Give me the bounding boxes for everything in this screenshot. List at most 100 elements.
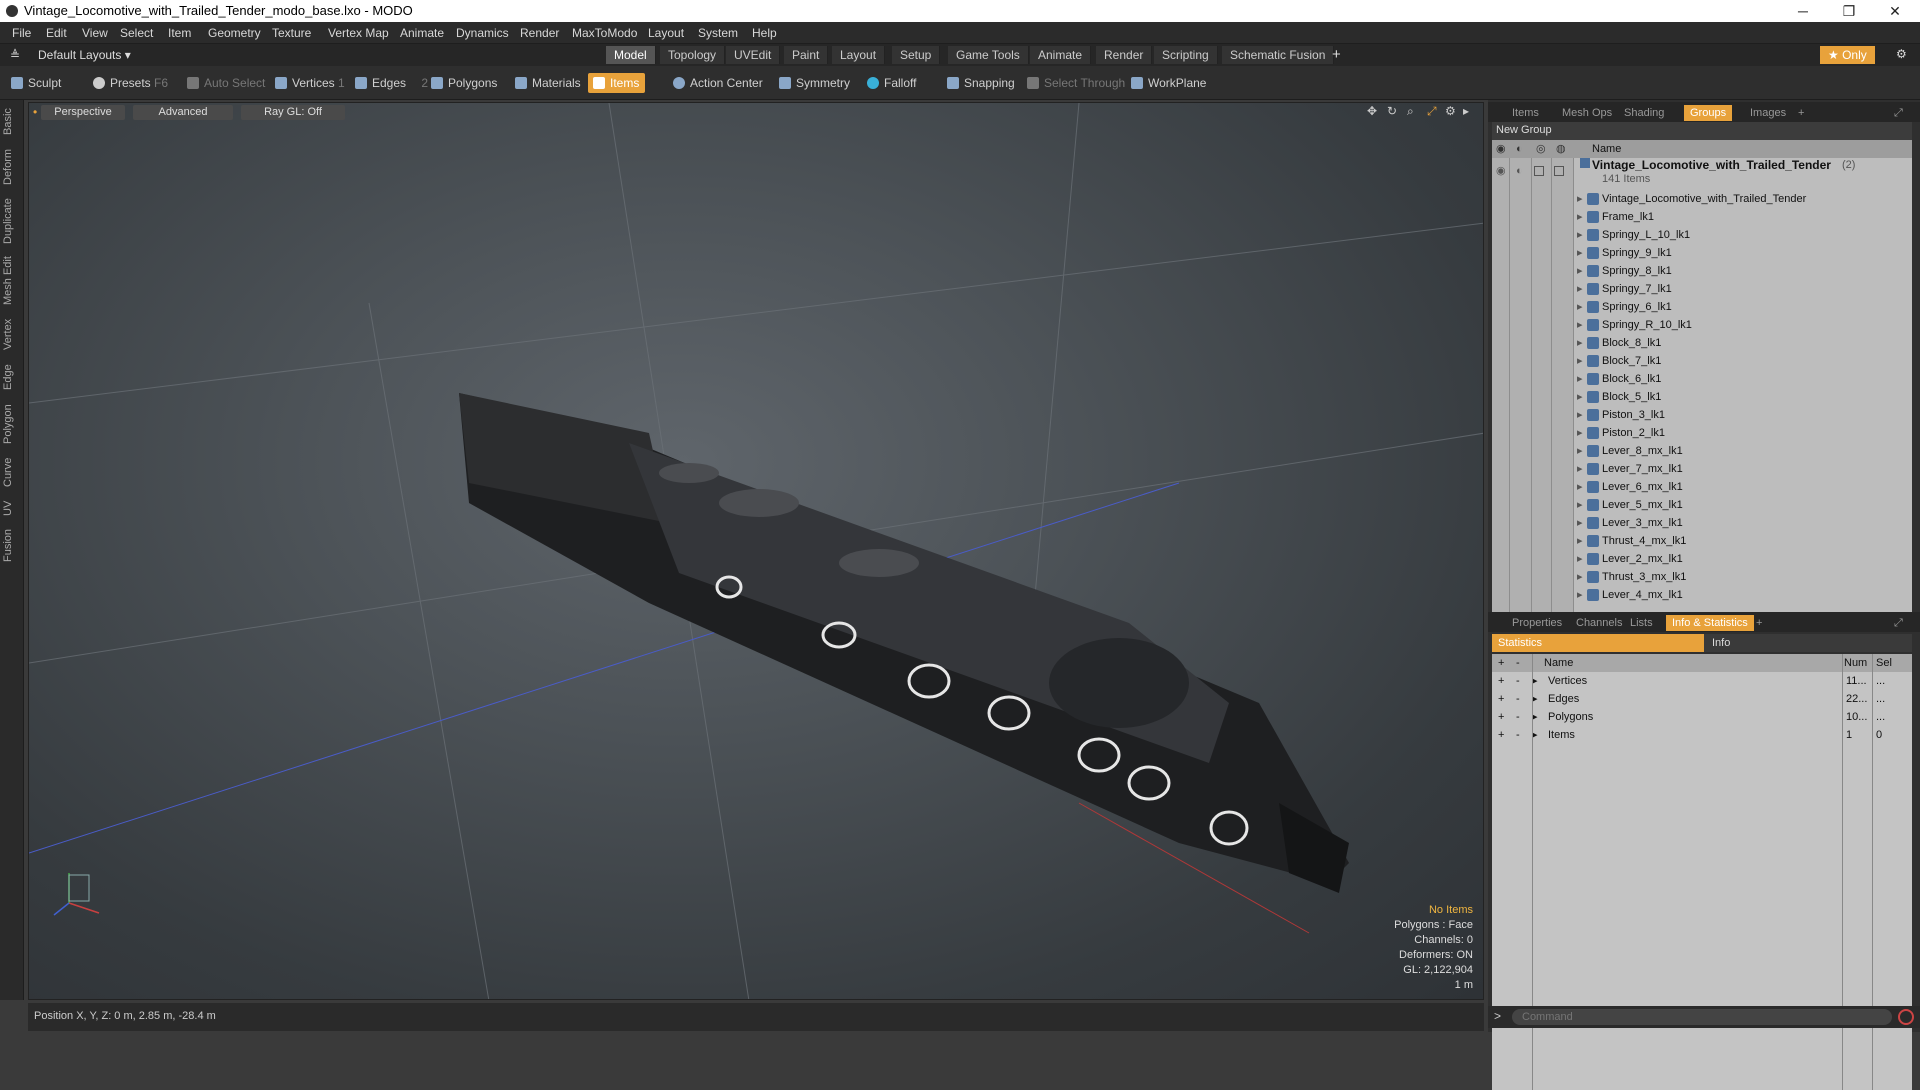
expand-icon[interactable]: ▸: [1577, 226, 1583, 244]
tab-schematic-fusion[interactable]: Schematic Fusion: [1222, 46, 1335, 64]
tab-items[interactable]: Items: [1506, 105, 1545, 121]
minimize-icon[interactable]: ─: [1780, 0, 1826, 22]
list-item[interactable]: ▸ Lever_2_mx_lk1: [1492, 550, 1912, 568]
menu-geometry[interactable]: Geometry: [208, 26, 261, 40]
bottom-panel-expand-icon[interactable]: ⤢: [1888, 615, 1909, 631]
ray-gl-button[interactable]: Ray GL: Off: [241, 105, 345, 120]
add-icon[interactable]: +: [1498, 690, 1504, 708]
remove-icon[interactable]: -: [1516, 654, 1520, 672]
list-item[interactable]: ▸ Springy_R_10_lk1: [1492, 316, 1912, 334]
polygons-button[interactable]: Polygons: [426, 73, 503, 93]
vertices-button[interactable]: Vertices 1: [270, 73, 351, 93]
expand-icon[interactable]: ▸: [1577, 298, 1583, 316]
add-icon[interactable]: +: [1498, 708, 1504, 726]
menu-vertex-map[interactable]: Vertex Map: [328, 26, 389, 40]
viewport-arrow-icon[interactable]: ▸: [1463, 104, 1469, 118]
collapse-icon[interactable]: ≜: [10, 48, 20, 62]
table-row[interactable]: + - ▸ Polygons 10......: [1492, 708, 1912, 726]
action-center-button[interactable]: Action Center: [668, 73, 769, 93]
menu-system[interactable]: System: [698, 26, 738, 40]
expand-icon[interactable]: ▸: [1577, 334, 1583, 352]
materials-button[interactable]: Materials: [510, 73, 587, 93]
list-item[interactable]: ▸ Piston_2_lk1: [1492, 424, 1912, 442]
expand-icon[interactable]: ▸: [1577, 190, 1583, 208]
viewport-dot-icon[interactable]: •: [33, 105, 37, 119]
add-panel-tab-icon[interactable]: +: [1792, 105, 1810, 121]
left-tab-uv[interactable]: UV: [2, 496, 22, 520]
expand-icon[interactable]: ▸: [1577, 388, 1583, 406]
list-item[interactable]: ▸ Block_7_lk1: [1492, 352, 1912, 370]
tab-mesh-ops[interactable]: Mesh Ops: [1556, 105, 1618, 121]
tab-game-tools[interactable]: Game Tools: [948, 46, 1029, 64]
menu-animate[interactable]: Animate: [400, 26, 444, 40]
menu-item[interactable]: Item: [168, 26, 191, 40]
tab-shading[interactable]: Shading: [1618, 105, 1670, 121]
tab-model[interactable]: Model: [606, 46, 656, 64]
tab-uvedit[interactable]: UVEdit: [726, 46, 781, 64]
tab-groups[interactable]: Groups: [1684, 105, 1733, 121]
layout-select[interactable]: Default Layouts ▾: [38, 48, 131, 62]
menu-help[interactable]: Help: [752, 26, 777, 40]
expand-icon[interactable]: ▸: [1577, 514, 1583, 532]
list-item[interactable]: ▸ Lever_4_mx_lk1: [1492, 586, 1912, 604]
expand-icon[interactable]: ▸: [1577, 478, 1583, 496]
root-select-checkbox[interactable]: [1554, 166, 1564, 176]
expand-icon[interactable]: ▸: [1577, 568, 1583, 586]
tab-channels[interactable]: Channels: [1570, 615, 1628, 631]
list-item[interactable]: ▸ Lever_6_mx_lk1: [1492, 478, 1912, 496]
list-item[interactable]: ▸ Block_8_lk1: [1492, 334, 1912, 352]
new-group-button[interactable]: New Group: [1496, 124, 1552, 136]
table-row[interactable]: + - ▸ Edges 22......: [1492, 690, 1912, 708]
expand-icon[interactable]: ▸: [1577, 424, 1583, 442]
tab-render[interactable]: Render: [1096, 46, 1153, 64]
sculpt-button[interactable]: Sculpt: [6, 73, 67, 93]
add-tab-icon[interactable]: +: [1332, 46, 1341, 63]
list-item[interactable]: ▸ Springy_9_lk1: [1492, 244, 1912, 262]
expand-icon[interactable]: ▸: [1577, 208, 1583, 226]
command-input[interactable]: [1512, 1009, 1892, 1025]
statistics-tab[interactable]: Statistics: [1492, 634, 1704, 652]
menu-texture[interactable]: Texture: [272, 26, 311, 40]
list-item[interactable]: ▸ Lever_3_mx_lk1: [1492, 514, 1912, 532]
left-tab-deform[interactable]: Deform: [2, 146, 22, 188]
remove-icon[interactable]: -: [1516, 708, 1520, 726]
tab-scripting[interactable]: Scripting: [1154, 46, 1218, 64]
falloff-button[interactable]: Falloff: [862, 73, 922, 93]
add-icon[interactable]: +: [1498, 726, 1504, 744]
left-tab-duplicate[interactable]: Duplicate: [2, 194, 22, 248]
table-row[interactable]: + - ▸ Vertices 11......: [1492, 672, 1912, 690]
menu-file[interactable]: File: [12, 26, 31, 40]
tab-properties[interactable]: Properties: [1506, 615, 1568, 631]
left-tab-curve[interactable]: Curve: [2, 454, 22, 490]
list-item[interactable]: ▸ Thrust_3_mx_lk1: [1492, 568, 1912, 586]
tab-layout[interactable]: Layout: [832, 46, 886, 64]
expand-icon[interactable]: ▸: [1577, 442, 1583, 460]
add-icon[interactable]: +: [1498, 654, 1504, 672]
menu-select[interactable]: Select: [120, 26, 153, 40]
menu-maxtomodo[interactable]: MaxToModo: [572, 26, 637, 40]
edges-button[interactable]: Edges 2: [350, 73, 434, 93]
list-item[interactable]: ▸ Piston_3_lk1: [1492, 406, 1912, 424]
rotate-view-icon[interactable]: ↻: [1387, 104, 1397, 118]
root-lock-icon[interactable]: ◐: [1516, 162, 1523, 180]
tree-root[interactable]: ◉ ◐ Vintage_Locomotive_with_Trailed_Tend…: [1492, 158, 1912, 188]
left-tab-polygon[interactable]: Polygon: [2, 400, 22, 448]
tab-topology[interactable]: Topology: [660, 46, 726, 64]
left-tab-mesh-edit[interactable]: Mesh Edit: [2, 254, 22, 308]
expand-icon[interactable]: ▸: [1577, 244, 1583, 262]
menu-dynamics[interactable]: Dynamics: [456, 26, 509, 40]
info-tab[interactable]: Info: [1712, 634, 1730, 652]
perspective-button[interactable]: Perspective: [41, 105, 125, 120]
expand-icon[interactable]: ▸: [1577, 262, 1583, 280]
expand-icon[interactable]: ▸: [1577, 406, 1583, 424]
left-tab-edge[interactable]: Edge: [2, 360, 22, 394]
tab-info-statistics[interactable]: Info & Statistics: [1666, 615, 1754, 631]
list-item[interactable]: ▸ Vintage_Locomotive_with_Trailed_Tender: [1492, 190, 1912, 208]
left-tab-fusion[interactable]: Fusion: [2, 526, 22, 564]
remove-icon[interactable]: -: [1516, 672, 1520, 690]
remove-icon[interactable]: -: [1516, 690, 1520, 708]
expand-icon[interactable]: ▸: [1577, 280, 1583, 298]
tab-setup[interactable]: Setup: [892, 46, 941, 64]
list-item[interactable]: ▸ Springy_6_lk1: [1492, 298, 1912, 316]
list-item[interactable]: ▸ Block_6_lk1: [1492, 370, 1912, 388]
